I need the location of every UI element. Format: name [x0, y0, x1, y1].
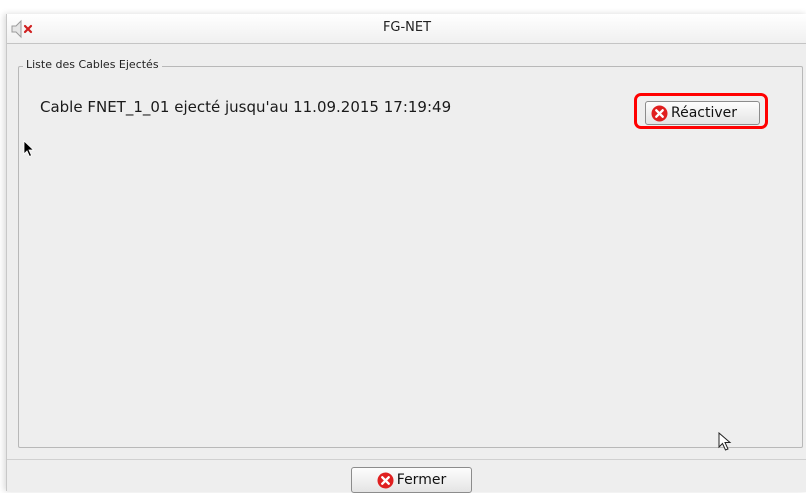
error-x-icon	[377, 472, 394, 488]
reactivate-button[interactable]: Réactiver	[645, 101, 760, 125]
fg-net-window: FG-NET Liste des Cables Ejectés Cable FN…	[6, 14, 806, 493]
content-area: Liste des Cables Ejectés Cable FNET_1_01…	[7, 44, 806, 459]
title-bar[interactable]: FG-NET	[7, 14, 806, 44]
ejected-cable-label: Cable FNET_1_01 ejecté jusqu'au 11.09.20…	[40, 98, 452, 116]
groupbox-title: Liste des Cables Ejectés	[23, 58, 162, 71]
close-button-label: Fermer	[396, 472, 447, 488]
reactivate-button-label: Réactiver	[671, 105, 738, 121]
close-button[interactable]: Fermer	[351, 467, 472, 493]
mouse-pointer-icon	[23, 140, 35, 158]
window-title: FG-NET	[382, 20, 432, 35]
error-x-icon	[651, 105, 668, 121]
mouse-pointer-outline-icon	[718, 432, 732, 451]
